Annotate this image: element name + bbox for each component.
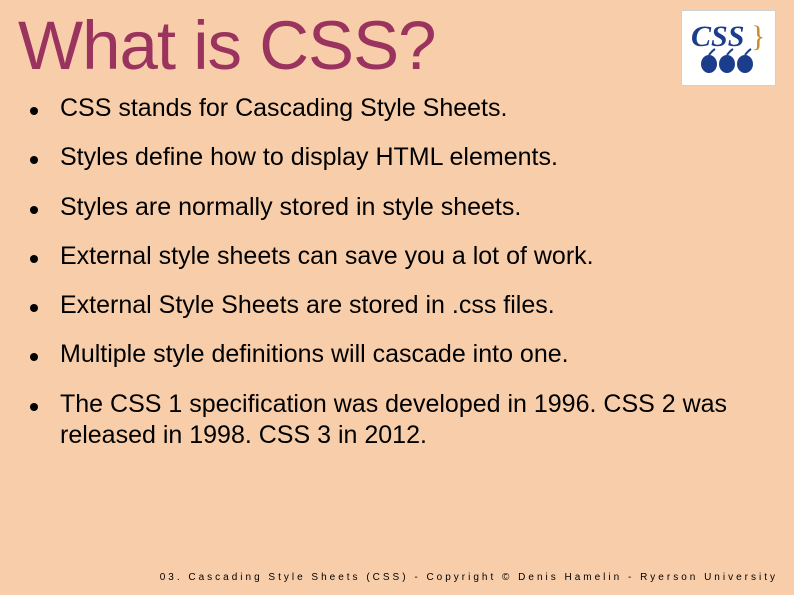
bullet-text: External Style Sheets are stored in .css… xyxy=(60,290,555,321)
svg-text:}: } xyxy=(751,20,765,53)
bullet-icon xyxy=(30,304,38,312)
css-logo: CSS } xyxy=(681,10,776,86)
list-item: Multiple style definitions will cascade … xyxy=(30,339,774,370)
bullet-text: External style sheets can save you a lot… xyxy=(60,241,594,272)
bullet-list: CSS stands for Cascading Style Sheets. S… xyxy=(0,85,794,451)
page-title: What is CSS? xyxy=(0,0,794,85)
list-item: The CSS 1 specification was developed in… xyxy=(30,389,774,452)
bullet-text: CSS stands for Cascading Style Sheets. xyxy=(60,93,507,124)
bullet-icon xyxy=(30,403,38,411)
bullet-text: Styles are normally stored in style shee… xyxy=(60,192,521,223)
bullet-icon xyxy=(30,206,38,214)
bullet-text: The CSS 1 specification was developed in… xyxy=(60,389,774,452)
bullet-text: Styles define how to display HTML elemen… xyxy=(60,142,558,173)
list-item: External style sheets can save you a lot… xyxy=(30,241,774,272)
bullet-icon xyxy=(30,156,38,164)
logo-text-icon: CSS xyxy=(691,20,744,53)
bullet-icon xyxy=(30,255,38,263)
footer-text: 03. Cascading Style Sheets (CSS) - Copyr… xyxy=(160,572,778,583)
list-item: Styles are normally stored in style shee… xyxy=(30,192,774,223)
bullet-icon xyxy=(30,353,38,361)
list-item: Styles define how to display HTML elemen… xyxy=(30,142,774,173)
list-item: CSS stands for Cascading Style Sheets. xyxy=(30,93,774,124)
bullet-icon xyxy=(30,107,38,115)
list-item: External Style Sheets are stored in .css… xyxy=(30,290,774,321)
bullet-text: Multiple style definitions will cascade … xyxy=(60,339,569,370)
